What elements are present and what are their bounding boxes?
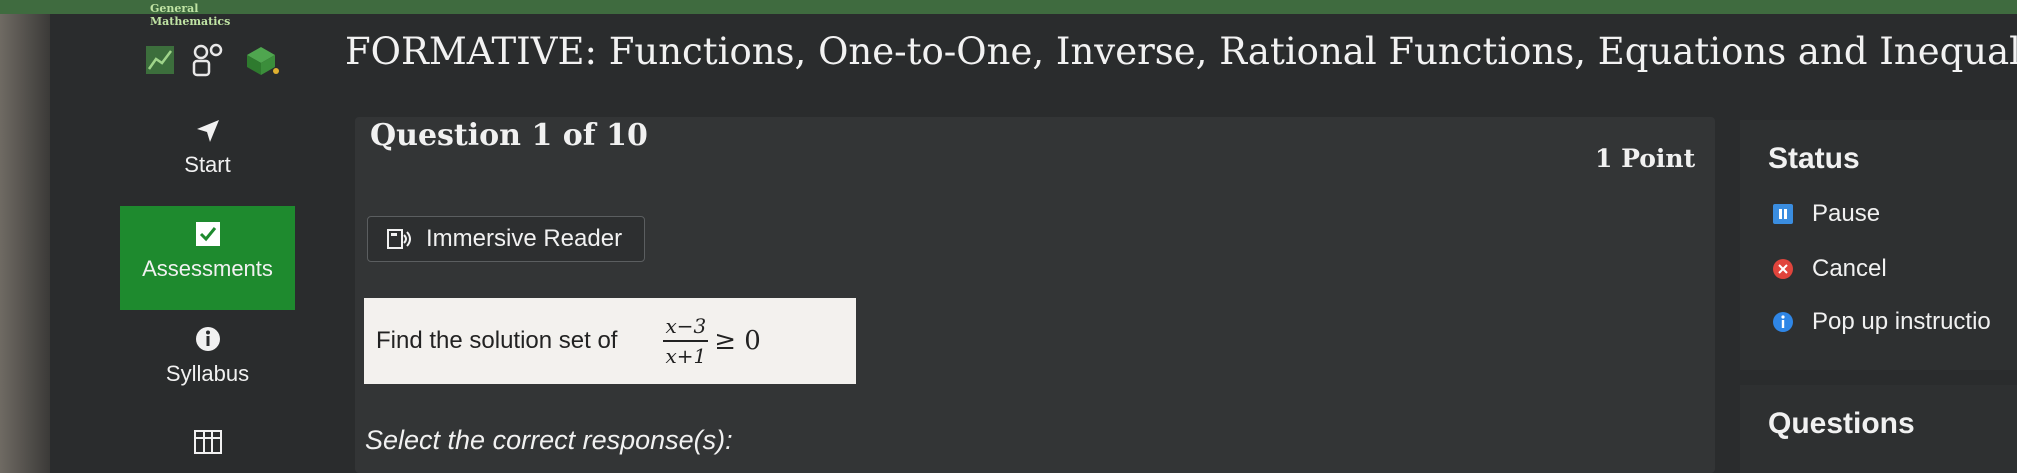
- response-instruction: Select the correct response(s):: [365, 425, 733, 455]
- info-icon: [1773, 312, 1793, 332]
- status-title: Status: [1768, 142, 1860, 175]
- fraction-numerator: x−3: [663, 314, 709, 342]
- fraction: x−3 x+1: [663, 314, 709, 368]
- brand-icons: [145, 40, 295, 80]
- people-icon: [192, 43, 223, 77]
- brand-line-2: Mathematics: [150, 15, 231, 28]
- question-prompt: Find the solution set of x−3 x+1 ≥ 0: [364, 298, 856, 384]
- prompt-text: Find the solution set of: [376, 327, 618, 354]
- nav-syllabus[interactable]: Syllabus: [120, 325, 295, 387]
- fraction-denominator: x+1: [665, 344, 707, 368]
- info-icon: [195, 327, 220, 351]
- question-card: [355, 117, 1715, 473]
- nav-assessments[interactable]: Assessments: [120, 206, 295, 310]
- nav-syllabus-label: Syllabus: [165, 361, 250, 386]
- immersive-reader-label: Immersive Reader: [426, 225, 623, 252]
- cancel-icon: [1773, 259, 1793, 279]
- top-bar: [0, 0, 2017, 14]
- pause-label: Pause: [1812, 200, 1881, 227]
- screen-edge: [0, 0, 50, 473]
- cube-icon: [247, 47, 279, 75]
- immersive-reader-button[interactable]: Immersive Reader: [367, 216, 645, 262]
- nav-calculator[interactable]: [120, 430, 295, 462]
- send-arrow-icon: [196, 120, 219, 142]
- nav-assessments-label: Assessments: [142, 256, 273, 281]
- cancel-label: Cancel: [1812, 255, 1887, 282]
- checkbox-icon: [195, 222, 220, 246]
- popup-instructions-button[interactable]: Pop up instructio: [1772, 308, 2017, 336]
- questions-title: Questions: [1768, 407, 1915, 440]
- chart-icon: [146, 46, 174, 74]
- question-points: 1 Point: [1595, 144, 1696, 173]
- brand-logo: General Mathematics: [150, 2, 290, 32]
- immersive-reader-icon: [387, 229, 411, 249]
- inequality-relation: ≥ 0: [714, 326, 761, 356]
- brand-line-1: General: [150, 2, 199, 15]
- popup-instructions-label: Pop up instructio: [1812, 308, 1991, 335]
- question-counter: Question 1 of 10: [370, 118, 648, 153]
- page-title: FORMATIVE: Functions, One-to-One, Invers…: [345, 30, 2017, 73]
- pause-button[interactable]: Pause: [1772, 200, 2017, 228]
- pause-icon: [1773, 204, 1793, 224]
- cancel-button[interactable]: Cancel: [1772, 255, 2017, 283]
- grid-icon: [193, 430, 222, 454]
- nav-start[interactable]: Start: [120, 118, 295, 178]
- nav-start-label: Start: [184, 152, 231, 177]
